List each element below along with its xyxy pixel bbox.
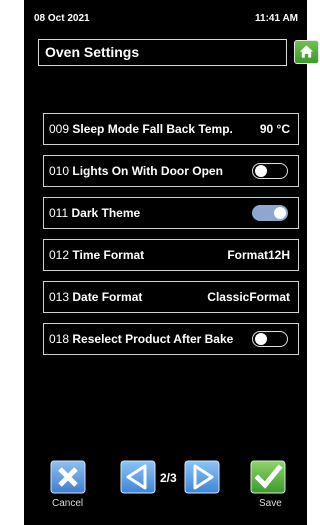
setting-name: Time Format — [72, 248, 145, 262]
dark-theme-toggle[interactable] — [252, 205, 288, 221]
setting-number: 011 — [49, 206, 69, 220]
save-button[interactable] — [250, 460, 286, 494]
setting-row-date-format[interactable]: 013 Date Format ClassicFormat — [43, 281, 299, 313]
setting-name: Dark Theme — [71, 206, 141, 220]
setting-row-time-format[interactable]: 012 Time Format Format12H — [43, 239, 299, 271]
setting-number: 012 — [49, 248, 70, 262]
setting-name: Lights On With Door Open — [72, 164, 223, 178]
setting-row-dark-theme[interactable]: 011 Dark Theme — [43, 197, 299, 229]
setting-label: 011 Dark Theme — [49, 206, 140, 220]
cancel-caption: Cancel — [52, 498, 84, 509]
status-time: 11:41 AM — [255, 13, 298, 24]
arrow-right-icon — [184, 460, 220, 494]
save-caption: Save — [259, 498, 282, 509]
setting-row-reselect-product[interactable]: 018 Reselect Product After Bake — [43, 323, 299, 355]
setting-row-sleep-mode-temp[interactable]: 009 Sleep Mode Fall Back Temp. 90 °C — [43, 113, 299, 145]
reselect-product-toggle[interactable] — [252, 331, 288, 347]
setting-value: ClassicFormat — [207, 290, 290, 304]
home-button[interactable] — [294, 40, 319, 64]
toggle-knob — [255, 333, 267, 345]
setting-row-lights-door-open[interactable]: 010 Lights On With Door Open — [43, 155, 299, 187]
setting-label: 013 Date Format — [49, 290, 142, 304]
checkmark-icon — [250, 460, 286, 494]
setting-name: Reselect Product After Bake — [72, 332, 234, 346]
setting-label: 012 Time Format — [49, 248, 144, 262]
setting-value: Format12H — [227, 248, 290, 262]
setting-number: 010 — [49, 164, 70, 178]
toggle-knob — [274, 207, 286, 219]
arrow-left-icon — [120, 460, 156, 494]
setting-label: 009 Sleep Mode Fall Back Temp. — [49, 122, 233, 136]
lights-door-open-toggle[interactable] — [252, 163, 288, 179]
toggle-knob — [255, 165, 267, 177]
setting-label: 010 Lights On With Door Open — [49, 164, 223, 178]
previous-page-button[interactable] — [120, 460, 156, 494]
setting-name: Sleep Mode Fall Back Temp. — [72, 122, 233, 136]
home-icon — [299, 45, 314, 58]
next-page-button[interactable] — [184, 460, 220, 494]
cancel-icon — [50, 460, 86, 494]
setting-number: 009 — [49, 122, 70, 136]
setting-number: 013 — [49, 290, 70, 304]
page-title: Oven Settings — [45, 44, 140, 60]
setting-value: 90 °C — [259, 122, 290, 136]
setting-label: 018 Reselect Product After Bake — [49, 332, 233, 346]
setting-number: 018 — [49, 332, 70, 346]
page-title-box: Oven Settings — [38, 39, 287, 66]
setting-name: Date Format — [72, 290, 143, 304]
status-date: 08 Oct 2021 — [34, 13, 90, 24]
oven-settings-screen: 08 Oct 2021 11:41 AM Oven Settings 009 S… — [24, 0, 319, 525]
page-indicator: 2/3 — [160, 471, 177, 485]
cancel-button[interactable] — [50, 460, 86, 494]
